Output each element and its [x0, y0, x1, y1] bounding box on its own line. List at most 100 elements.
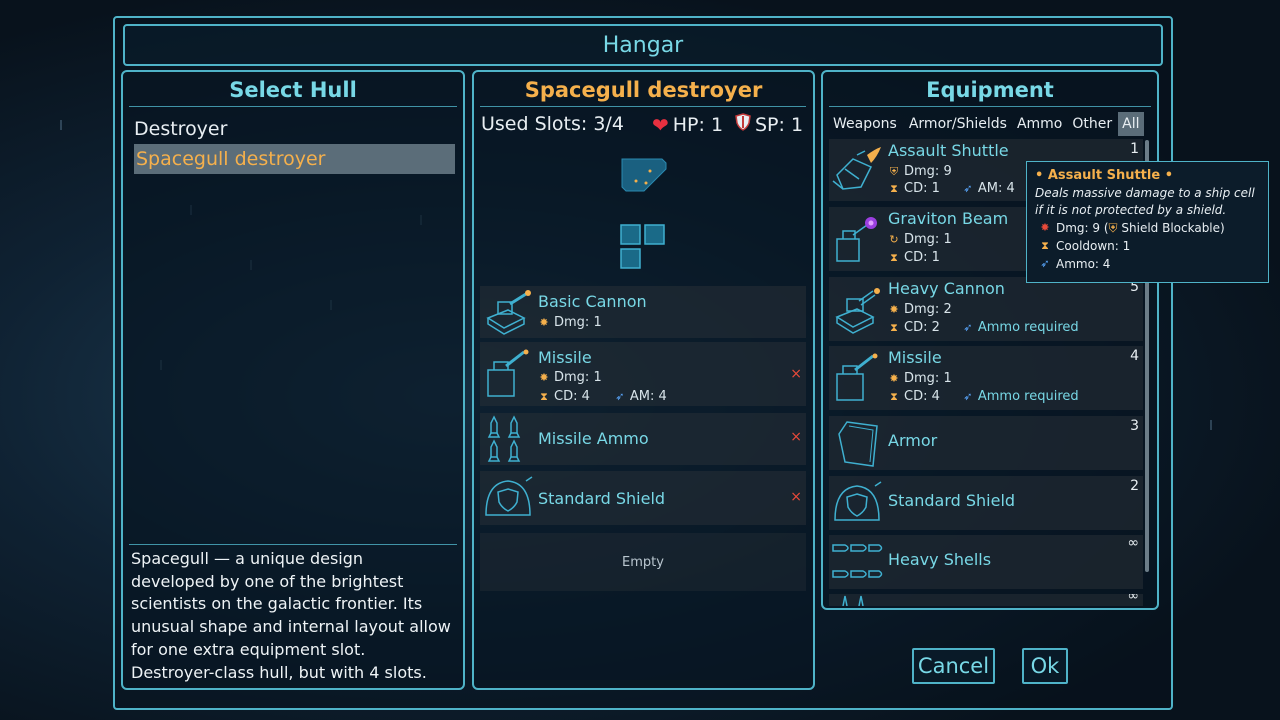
- tooltip-cooldown-value: Cooldown: 1: [1056, 239, 1131, 253]
- tooltip-damage-note: Shield Blockable): [1121, 221, 1225, 235]
- bg-streak: [60, 120, 62, 130]
- ammo-icon: ➶: [963, 181, 973, 195]
- bg-streak: [1210, 420, 1212, 430]
- missile-launcher-icon: [836, 353, 878, 401]
- tooltip-ammo-value: Ammo: 4: [1056, 257, 1111, 271]
- damage-icon: ✸: [539, 370, 549, 384]
- item-count: 1: [1130, 141, 1139, 157]
- slot-damage-stat: ✸ Dmg: 1: [538, 315, 602, 330]
- heart-icon: ❤: [652, 113, 669, 137]
- item-damage-stat: ✸ Dmg: 1: [888, 371, 951, 386]
- hull-description: Spacegull — a unique design developed by…: [131, 549, 451, 682]
- damage-value: Dmg: 2: [904, 302, 952, 317]
- slot-standard-shield[interactable]: Standard Shield ×: [480, 471, 806, 525]
- item-name: Heavy Cannon: [888, 279, 1005, 298]
- tab-ammo[interactable]: Ammo: [1013, 112, 1066, 136]
- slot-name: Missile: [538, 348, 592, 367]
- item-count: 2: [1130, 478, 1139, 494]
- divider: [829, 106, 1151, 107]
- item-count: ∞: [1127, 594, 1139, 604]
- item-name: Graviton Beam: [888, 209, 1009, 228]
- tab-armor-shields[interactable]: Armor/Shields: [905, 112, 1011, 136]
- heavy-shells-icon: [832, 544, 883, 578]
- item-damage-stat: ✸ Dmg: 2: [888, 302, 952, 317]
- shield-generator-icon: [834, 481, 882, 521]
- damage-value: Dmg: 1: [904, 232, 952, 247]
- ammo-icon: ➶: [963, 389, 973, 403]
- item-cooldown-stat: ⧗ CD: 2 ➶ Ammo required: [888, 320, 1079, 335]
- hull-item-destroyer[interactable]: Destroyer: [134, 118, 227, 140]
- tooltip-description: Deals massive damage to a ship cell if i…: [1035, 186, 1255, 217]
- graviton-damage-icon: ↻: [889, 232, 899, 246]
- equipment-title: Equipment: [926, 78, 1054, 102]
- select-hull-title: Select Hull: [229, 78, 357, 102]
- tooltip-title: • Assault Shuttle •: [1035, 168, 1174, 183]
- ship-title: Spacegull destroyer: [524, 78, 763, 102]
- assault-shuttle-icon: [832, 147, 881, 190]
- hp-value: HP: 1: [672, 114, 724, 136]
- slot-damage-stat: ✸ Dmg: 1: [538, 370, 601, 385]
- tab-other[interactable]: Other: [1068, 112, 1116, 136]
- equipment-item-standard-shield[interactable]: Standard Shield 2: [829, 476, 1143, 530]
- item-damage-stat: ⛨ Dmg: 9: [888, 164, 952, 179]
- missile-launcher-icon: [487, 349, 529, 397]
- shield-blockable-icon: ⛨: [1108, 221, 1118, 235]
- slot-name: Missile Ammo: [538, 429, 649, 448]
- shield-icon: [735, 113, 751, 136]
- shield-blockable-icon: ⛨: [889, 164, 899, 178]
- tab-all[interactable]: All: [1118, 112, 1144, 136]
- damage-icon: ✸: [1040, 221, 1050, 234]
- damage-value: Dmg: 1: [554, 315, 602, 330]
- sp-value: SP: 1: [755, 113, 804, 136]
- item-cooldown-stat: ⧗ CD: 1 ➶ AM: 4: [888, 181, 1015, 196]
- used-slots: Used Slots: 3/4: [481, 113, 624, 135]
- item-name: Missile: [888, 348, 942, 367]
- equipment-item-heavy-shells[interactable]: Heavy Shells ∞: [829, 535, 1143, 589]
- graviton-beam-icon: [836, 217, 877, 262]
- heavy-cannon-icon: [835, 288, 880, 334]
- remove-icon[interactable]: ×: [790, 429, 802, 445]
- item-name: Standard Shield: [888, 491, 1016, 510]
- tooltip-damage: ✸ Dmg: 9 (⛨ Shield Blockable): [1035, 219, 1260, 237]
- ammo-icon: ➶: [615, 389, 625, 403]
- hull-item-spacegull-destroyer[interactable]: Spacegull destroyer: [134, 144, 455, 174]
- cooldown-icon: ⧗: [1041, 239, 1049, 252]
- cancel-button[interactable]: Cancel: [912, 648, 995, 684]
- armor-plate-icon: [838, 421, 878, 467]
- equipment-item-partial[interactable]: ∞: [829, 594, 1143, 606]
- item-tooltip: • Assault Shuttle • Deals massive damage…: [1026, 161, 1269, 283]
- cooldown-icon: ⧗: [890, 250, 898, 264]
- remove-icon[interactable]: ×: [790, 489, 802, 505]
- hp-stat: ❤ HP: 1: [652, 113, 723, 137]
- cooldown-value: CD: 1: [904, 250, 940, 265]
- missile-ammo-icon: [487, 415, 521, 462]
- item-damage-stat: ↻ Dmg: 1: [888, 232, 952, 247]
- cooldown-icon: ⧗: [540, 389, 548, 403]
- ammo-required-label: Ammo required: [977, 389, 1079, 404]
- hangar-title: Hangar: [123, 24, 1163, 66]
- ok-button[interactable]: Ok: [1022, 648, 1068, 684]
- remove-icon[interactable]: ×: [790, 366, 802, 382]
- empty-slot-label: Empty: [622, 555, 664, 570]
- slot-missile-ammo[interactable]: Missile Ammo ×: [480, 413, 806, 465]
- tab-weapons[interactable]: Weapons: [829, 112, 901, 136]
- equipment-item-armor[interactable]: Armor 3: [829, 416, 1143, 470]
- cooldown-value: CD: 4: [904, 389, 940, 404]
- slot-missile[interactable]: Missile ✸ Dmg: 1 ⧗ CD: 4 ➶ AM: 4 ×: [480, 342, 806, 406]
- item-name: Heavy Shells: [888, 550, 992, 569]
- item-name: Assault Shuttle: [888, 141, 1009, 160]
- divider: [129, 106, 457, 107]
- slot-basic-cannon[interactable]: Basic Cannon ✸ Dmg: 1: [480, 286, 806, 338]
- equipment-item-heavy-cannon[interactable]: Heavy Cannon ✸ Dmg: 2 ⧗ CD: 2 ➶ Ammo require…: [829, 277, 1143, 341]
- cooldown-icon: ⧗: [890, 320, 898, 334]
- sp-stat: SP: 1: [735, 113, 803, 136]
- item-cooldown-stat: ⧗ CD: 4 ➶ Ammo required: [888, 389, 1079, 404]
- cooldown-icon: ⧗: [890, 389, 898, 403]
- equipment-tabs: Weapons Armor/Shields Ammo Other All: [829, 112, 1144, 136]
- ammo-required-label: Ammo required: [977, 320, 1079, 335]
- ship-schematic: [616, 155, 672, 275]
- slot-name: Standard Shield: [538, 489, 666, 508]
- damage-icon: ✸: [889, 302, 899, 316]
- item-count: ∞: [1127, 535, 1139, 551]
- equipment-item-missile[interactable]: Missile ✸ Dmg: 1 ⧗ CD: 4 ➶ Ammo required 4: [829, 346, 1143, 410]
